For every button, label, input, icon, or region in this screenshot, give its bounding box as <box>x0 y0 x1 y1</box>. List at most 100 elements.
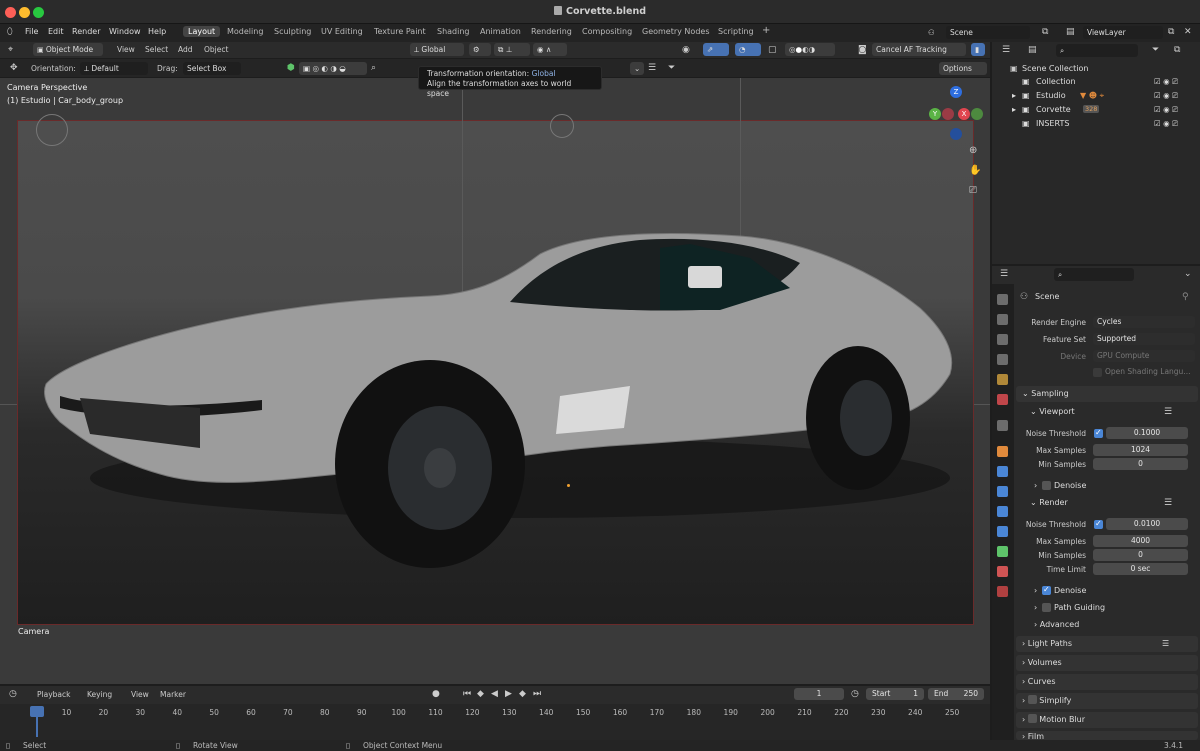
visibility-icons[interactable]: ☑ ◉ ⎚ <box>1154 91 1178 101</box>
collection-tab-icon[interactable] <box>997 420 1008 431</box>
timeline-view-menu[interactable]: View <box>131 690 149 699</box>
view-layer-tab-icon[interactable] <box>997 354 1008 365</box>
viewport-noise-checkbox[interactable] <box>1094 428 1103 438</box>
pivot-icon[interactable]: ⚙ <box>469 43 491 56</box>
overlay-toggle-icon[interactable]: ◔ <box>735 43 761 56</box>
visibility-icon[interactable]: ◉ <box>682 45 690 55</box>
osl-checkbox[interactable] <box>1093 368 1102 377</box>
outliner-editor-icon[interactable]: ☰ <box>1002 45 1010 55</box>
playhead[interactable] <box>30 706 44 717</box>
playback-menu[interactable]: Playback <box>37 690 70 699</box>
filter-icon[interactable]: ⏷ <box>668 63 675 73</box>
render-min-samples-field[interactable]: 0 <box>1093 549 1188 561</box>
display-mode-icon[interactable]: ▤ <box>1028 45 1037 55</box>
viewport-denoise-row[interactable]: › <box>1034 481 1037 490</box>
simplify-checkbox[interactable] <box>1027 695 1037 704</box>
properties-editor-icon[interactable]: ☰ <box>1000 269 1008 279</box>
material-tab-icon[interactable] <box>997 566 1008 577</box>
end-frame-field[interactable]: End 250 <box>928 688 984 700</box>
marker-menu[interactable]: Marker <box>160 690 186 699</box>
gizmo-neg-z[interactable] <box>950 128 962 140</box>
feature-set-dropdown[interactable]: Supported <box>1093 333 1195 345</box>
expand-arrow-icon[interactable]: ▸ <box>1012 105 1016 114</box>
visibility-icons[interactable]: ☑ ◉ ⎚ <box>1154 77 1178 87</box>
constraints-tab-icon[interactable] <box>997 526 1008 537</box>
scene-tab-icon[interactable] <box>997 374 1008 385</box>
sampling-panel-header[interactable]: ⌄ Sampling <box>1016 386 1198 402</box>
select-modes-icon[interactable]: ⬢ <box>287 63 295 73</box>
curves-panel-header[interactable]: › Curves <box>1016 674 1198 690</box>
device-dropdown[interactable]: GPU Compute <box>1093 350 1195 362</box>
scene-icon[interactable]: ⚇ <box>924 26 934 39</box>
volumes-panel-header[interactable]: › Volumes <box>1016 655 1198 671</box>
menu-add[interactable]: Add <box>178 45 193 54</box>
scene-selector[interactable]: Scene <box>946 26 1030 39</box>
timeline-editor-icon[interactable]: ◷ <box>9 689 17 699</box>
tab-modeling[interactable]: Modeling <box>227 27 263 36</box>
new-scene-icon[interactable]: ⧉ <box>1042 27 1048 37</box>
menu-window[interactable]: Window <box>109 27 141 36</box>
selection-filter-icons[interactable]: ▣ ◎ ◐ ◑ ◒ <box>299 62 367 75</box>
data-tab-icon[interactable] <box>997 546 1008 557</box>
visibility-icons[interactable]: ☑ ◉ ⎚ <box>1154 119 1178 129</box>
tab-compositing[interactable]: Compositing <box>582 27 632 36</box>
car-model[interactable] <box>0 78 990 684</box>
outliner-filter-icon[interactable]: ⏷ <box>1152 45 1159 55</box>
viewport-subpanel-header[interactable]: ⌄ Viewport <box>1030 407 1075 416</box>
add-workspace-button[interactable]: + <box>762 25 770 36</box>
gizmo-toggle-icon[interactable]: ⇗ <box>703 43 729 56</box>
transform-orientation-dropdown[interactable]: ⟂ Global <box>410 43 464 56</box>
motion-blur-panel-header[interactable]: › Motion Blur <box>1016 712 1198 728</box>
render-noise-checkbox[interactable] <box>1094 519 1103 529</box>
drag-dropdown[interactable]: Select Box <box>183 62 241 75</box>
path-guiding-checkbox[interactable] <box>1042 603 1051 612</box>
orientation-dropdown[interactable]: ⟂ Default <box>80 62 148 75</box>
dropdown-arrow-icon[interactable]: ⌄ <box>630 62 644 75</box>
gizmo-x-axis[interactable]: X <box>958 108 970 120</box>
menu-file[interactable]: File <box>25 27 38 36</box>
viewport-denoise-checkbox[interactable] <box>1042 481 1051 490</box>
blender-logo-icon[interactable]: ⬯ <box>7 27 13 37</box>
gizmo-neg-x[interactable] <box>942 108 954 120</box>
prev-keyframe-icon[interactable]: ◆ <box>477 689 484 699</box>
menu-help[interactable]: Help <box>148 27 166 36</box>
remove-view-layer-icon[interactable]: ✕ <box>1184 27 1192 37</box>
gizmo-y-axis[interactable]: Y <box>929 108 941 120</box>
menu-view[interactable]: View <box>117 45 135 54</box>
particles-tab-icon[interactable] <box>997 486 1008 497</box>
tab-animation[interactable]: Animation <box>480 27 521 36</box>
filter-list-icon[interactable]: ☰ <box>648 63 656 73</box>
tab-layout[interactable]: Layout <box>183 26 221 37</box>
expand-arrow-icon[interactable]: ▸ <box>1012 91 1016 100</box>
render-engine-dropdown[interactable]: Cycles <box>1093 316 1195 328</box>
outliner-scene-collection[interactable]: ▣ Scene Collection <box>992 62 1200 76</box>
menu-edit[interactable]: Edit <box>48 27 64 36</box>
outliner-search-input[interactable]: ⌕ <box>1056 44 1138 57</box>
cancel-af-tracking-button[interactable]: Cancel AF Tracking <box>872 43 966 56</box>
start-frame-field[interactable]: Start 1 <box>866 688 924 700</box>
properties-search-input[interactable]: ⌕ <box>1054 268 1134 281</box>
tab-texture-paint[interactable]: Texture Paint <box>374 27 426 36</box>
tool-tab-icon[interactable] <box>997 294 1008 305</box>
shading-modes[interactable]: ◎●◐◑ <box>785 43 835 56</box>
pin-icon[interactable]: ⚲ <box>1182 292 1189 302</box>
jump-start-icon[interactable]: ⏮ <box>463 689 471 699</box>
viewport-min-samples-field[interactable]: 0 <box>1093 458 1188 470</box>
world-tab-icon[interactable] <box>997 394 1008 405</box>
zoom-icon[interactable]: ⊕ <box>969 146 977 156</box>
xray-icon[interactable]: ▢ <box>768 45 777 55</box>
presets-icon[interactable]: ☰ <box>1164 407 1172 417</box>
render-max-samples-field[interactable]: 4000 <box>1093 535 1188 547</box>
pan-hand-icon[interactable]: ✋ <box>969 166 981 176</box>
path-guiding-row[interactable]: › <box>1034 603 1037 612</box>
render-denoise-row[interactable]: › <box>1034 586 1037 595</box>
viewport-max-samples-field[interactable]: 1024 <box>1093 444 1188 456</box>
output-tab-icon[interactable] <box>997 334 1008 345</box>
panel-collapse-icon[interactable]: ⌄ <box>1184 269 1192 279</box>
editor-type-icon[interactable]: ⌖ <box>8 45 13 55</box>
gizmo-z-axis[interactable]: Z <box>950 86 962 98</box>
tab-scripting[interactable]: Scripting <box>718 27 754 36</box>
mode-selector[interactable]: ▣ Object Mode <box>33 43 103 56</box>
viewport-noise-threshold-field[interactable]: 0.1000 <box>1106 427 1188 439</box>
preview-range-icon[interactable]: ◷ <box>851 689 859 699</box>
